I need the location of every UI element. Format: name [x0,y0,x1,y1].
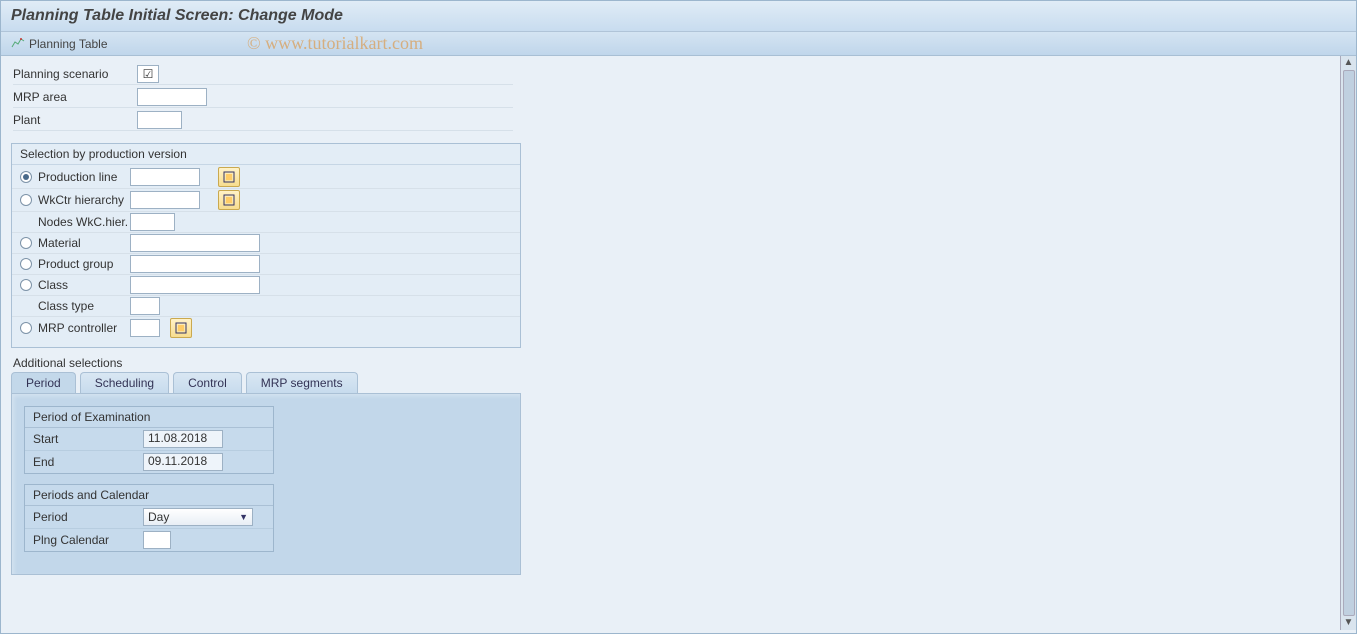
tab-scheduling[interactable]: Scheduling [80,372,169,393]
wkctr-hierarchy-radio-label[interactable]: WkCtr hierarchy [20,193,130,207]
page-title: Planning Table Initial Screen: Change Mo… [1,1,1356,32]
chevron-down-icon: ▼ [239,512,248,522]
mrp-controller-input[interactable] [130,319,160,337]
end-value[interactable]: 09.11.2018 [143,453,223,471]
production-line-input[interactable] [130,168,200,186]
mrp-area-input[interactable] [137,88,207,106]
top-fields: Planning scenario ☑ MRP area Plant [1,56,1340,137]
planning-scenario-label: Planning scenario [13,67,137,81]
tab-period[interactable]: Period [11,372,76,393]
period-of-examination-box: Period of Examination Start 11.08.2018 E… [24,406,274,474]
wkctr-hierarchy-radio[interactable] [20,194,32,206]
mrp-controller-detail-button[interactable] [170,318,192,338]
periods-calendar-box: Periods and Calendar Period Day ▼ Plng C… [24,484,274,552]
planning-table-button[interactable]: Planning Table [29,37,108,51]
material-radio[interactable] [20,237,32,249]
planning-scenario-checkbox[interactable]: ☑ [137,65,159,83]
nodes-wkc-label: Nodes WkC.hier. [20,215,130,229]
production-line-text: Production line [38,170,117,184]
vertical-scrollbar[interactable]: ▲ ▼ [1340,56,1356,630]
product-group-input[interactable] [130,255,260,273]
material-radio-label[interactable]: Material [20,236,130,250]
additional-selections-label: Additional selections [13,356,1328,370]
periods-calendar-title: Periods and Calendar [25,485,273,506]
scroll-up-icon[interactable]: ▲ [1344,58,1354,68]
material-text: Material [38,236,81,250]
production-line-detail-button[interactable] [218,167,240,187]
class-type-label: Class type [20,299,130,313]
scroll-down-icon[interactable]: ▼ [1344,618,1354,628]
end-label: End [33,455,143,469]
tab-control[interactable]: Control [173,372,242,393]
plng-calendar-input[interactable] [143,531,171,549]
product-group-radio-label[interactable]: Product group [20,257,130,271]
wkctr-hierarchy-text: WkCtr hierarchy [38,193,124,207]
selection-prod-version-title: Selection by production version [12,144,520,165]
class-type-input[interactable] [130,297,160,315]
tab-body-period: Period of Examination Start 11.08.2018 E… [11,393,521,575]
mrp-controller-radio-label[interactable]: MRP controller [20,321,130,335]
class-input[interactable] [130,276,260,294]
plng-calendar-label: Plng Calendar [33,533,143,547]
period-of-examination-title: Period of Examination [25,407,273,428]
class-text: Class [38,278,68,292]
production-line-radio-label[interactable]: Production line [20,170,130,184]
class-radio[interactable] [20,279,32,291]
mrp-area-label: MRP area [13,90,137,104]
start-label: Start [33,432,143,446]
mrp-controller-radio[interactable] [20,322,32,334]
toolbar: Planning Table [1,32,1356,56]
wkctr-hierarchy-input[interactable] [130,191,200,209]
production-line-radio[interactable] [20,171,32,183]
selection-prod-version-box: Selection by production version Producti… [11,143,521,348]
period-select-value: Day [148,510,169,524]
product-group-text: Product group [38,257,113,271]
class-radio-label[interactable]: Class [20,278,130,292]
tab-mrp-segments[interactable]: MRP segments [246,372,358,393]
material-input[interactable] [130,234,260,252]
plant-label: Plant [13,113,137,127]
planning-table-icon [11,36,25,51]
wkctr-hierarchy-detail-button[interactable] [218,190,240,210]
period-select[interactable]: Day ▼ [143,508,253,526]
period-label: Period [33,510,143,524]
additional-selections-tabs: Period Scheduling Control MRP segments P… [11,372,521,575]
mrp-controller-text: MRP controller [38,321,117,335]
plant-input[interactable] [137,111,182,129]
product-group-radio[interactable] [20,258,32,270]
start-value[interactable]: 11.08.2018 [143,430,223,448]
nodes-wkc-input[interactable] [130,213,175,231]
scroll-thumb[interactable] [1343,70,1355,616]
